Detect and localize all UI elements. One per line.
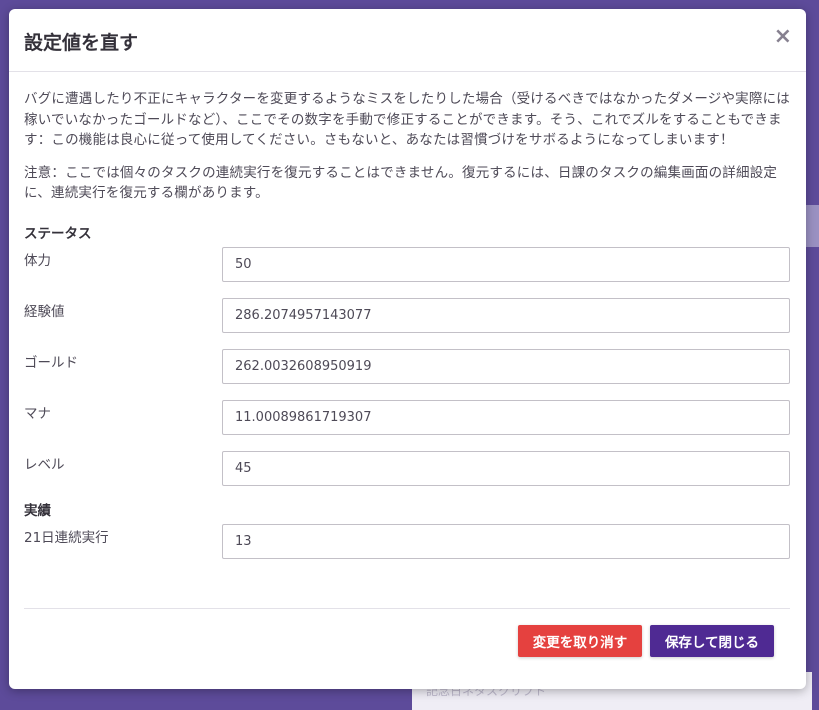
mana-row: マナ: [24, 395, 791, 446]
streak-row: 21日連続実行: [24, 519, 791, 570]
streak-label: 21日連続実行: [24, 529, 109, 546]
description-text: バグに遭遇したり不正にキャラクターを変更するようなミスをしたりした場合（受けるべ…: [24, 91, 790, 148]
background-panel-edge: [806, 205, 819, 247]
level-input[interactable]: [222, 450, 790, 486]
save-and-close-button[interactable]: 保存して閉じる: [650, 625, 774, 657]
experience-input[interactable]: [222, 297, 790, 333]
streak-input[interactable]: [222, 523, 790, 559]
modal-body: バグに遭遇したり不正にキャラクターを変更するようなミスをしたりした場合（受けるべ…: [9, 72, 806, 570]
experience-row: 経験値: [24, 293, 791, 344]
level-row: レベル: [24, 446, 791, 497]
health-row: 体力: [24, 242, 791, 293]
gold-label: ゴールド: [24, 354, 78, 371]
modal-header: 設定値を直す ×: [9, 9, 806, 72]
mana-input[interactable]: [222, 399, 790, 435]
cancel-changes-button[interactable]: 変更を取り消す: [518, 625, 642, 657]
experience-label: 経験値: [24, 303, 65, 320]
health-label: 体力: [24, 252, 51, 269]
gold-input[interactable]: [222, 348, 790, 384]
edit-values-modal: 設定値を直す × バグに遭遇したり不正にキャラクターを変更するようなミスをしたり…: [9, 9, 806, 689]
footer-divider: [24, 608, 790, 609]
gold-row: ゴールド: [24, 344, 791, 395]
achievements-section-title: 実績: [24, 502, 51, 519]
note-text: 注意：ここでは個々のタスクの連続実行を復元することはできません。復元するには、日…: [24, 164, 778, 202]
mana-label: マナ: [24, 405, 51, 422]
stats-section-title: ステータス: [24, 225, 92, 242]
health-input[interactable]: [222, 246, 790, 282]
modal-title: 設定値を直す: [24, 32, 139, 54]
close-icon[interactable]: ×: [774, 25, 792, 49]
level-label: レベル: [24, 456, 65, 473]
